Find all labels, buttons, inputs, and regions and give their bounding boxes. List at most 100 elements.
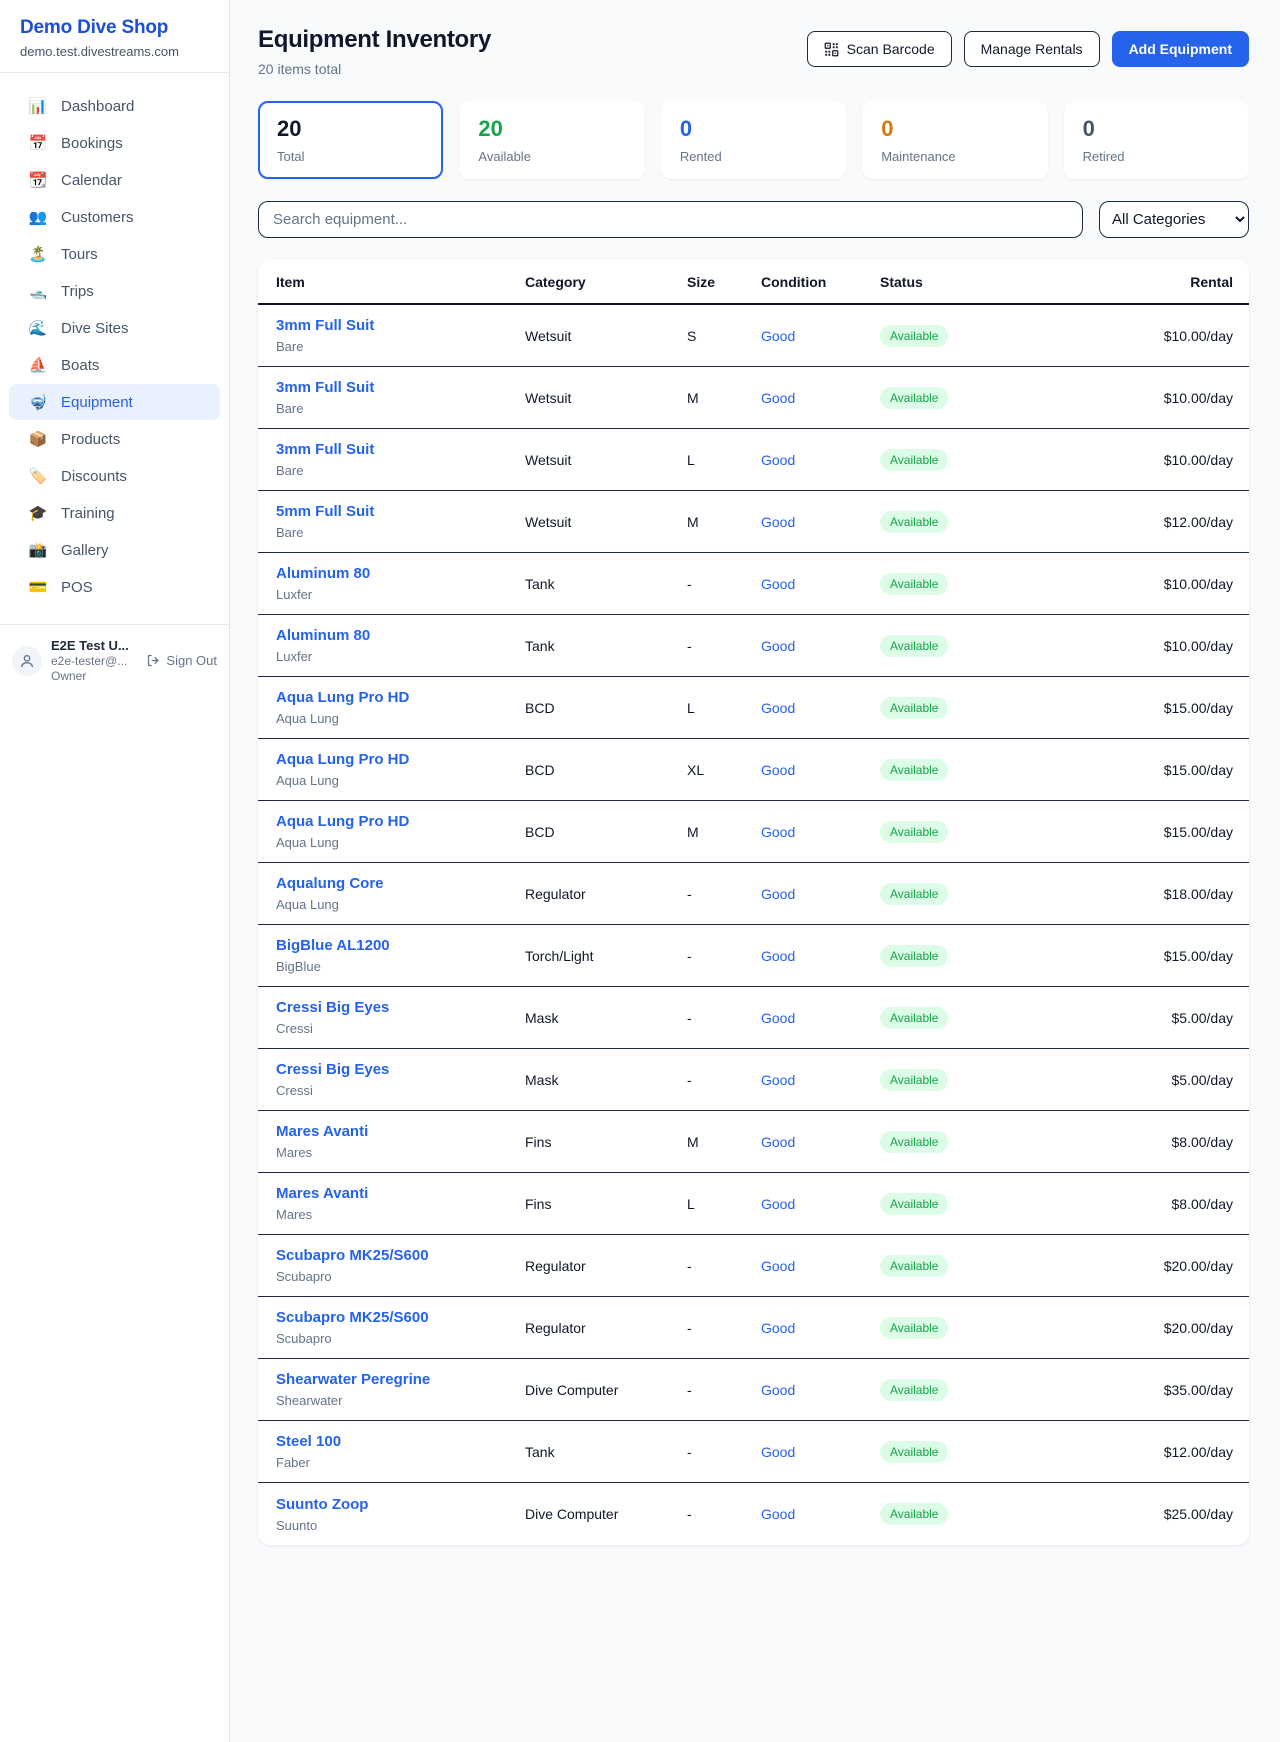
condition-link[interactable]: Good [761, 1134, 880, 1150]
sidebar-item-boats[interactable]: ⛵ Boats [9, 347, 220, 383]
size-cell: M [687, 514, 761, 530]
column-header-condition: Condition [761, 274, 880, 290]
sidebar-item-calendar[interactable]: 📆 Calendar [9, 162, 220, 198]
sign-out-button[interactable]: Sign Out [146, 653, 217, 668]
condition-link[interactable]: Good [761, 638, 880, 654]
sidebar-item-gallery[interactable]: 📸 Gallery [9, 532, 220, 568]
sidebar-item-equipment[interactable]: 🤿 Equipment [9, 384, 220, 420]
status-cell: Available [880, 387, 1080, 409]
item-name-link[interactable]: 3mm Full Suit [276, 379, 525, 396]
item-name-link[interactable]: 5mm Full Suit [276, 503, 525, 520]
sidebar-item-label: Equipment [61, 394, 133, 411]
condition-link[interactable]: Good [761, 1382, 880, 1398]
item-name-link[interactable]: Aluminum 80 [276, 565, 525, 582]
condition-link[interactable]: Good [761, 1320, 880, 1336]
item-brand: Mares [276, 1207, 525, 1222]
item-name-link[interactable]: Cressi Big Eyes [276, 1061, 525, 1078]
column-header-size: Size [687, 274, 761, 290]
condition-link[interactable]: Good [761, 576, 880, 592]
size-cell: L [687, 700, 761, 716]
table-row: Steel 100 Faber Tank - Good Available $1… [258, 1421, 1249, 1483]
item-name-link[interactable]: Cressi Big Eyes [276, 999, 525, 1016]
size-cell: - [687, 1320, 761, 1336]
condition-link[interactable]: Good [761, 1258, 880, 1274]
condition-link[interactable]: Good [761, 328, 880, 344]
sidebar-item-trips[interactable]: 🛥️ Trips [9, 273, 220, 309]
item-name-link[interactable]: 3mm Full Suit [276, 441, 525, 458]
item-name-link[interactable]: Aqualung Core [276, 875, 525, 892]
stat-card-total[interactable]: 20 Total [258, 101, 443, 179]
stat-card-rented[interactable]: 0 Rented [661, 101, 846, 179]
item-brand: Luxfer [276, 587, 525, 602]
sidebar-item-dashboard[interactable]: 📊 Dashboard [9, 88, 220, 124]
category-select[interactable]: All Categories [1099, 201, 1249, 238]
item-cell: Aluminum 80 Luxfer [276, 627, 525, 664]
sidebar-nav: 📊 Dashboard 📅 Bookings 📆 Calendar 👥 Cust… [0, 73, 229, 614]
condition-link[interactable]: Good [761, 762, 880, 778]
sidebar-item-icon: 🏝️ [28, 245, 48, 263]
item-name-link[interactable]: Scubapro MK25/S600 [276, 1247, 525, 1264]
item-name-link[interactable]: Scubapro MK25/S600 [276, 1309, 525, 1326]
item-name-link[interactable]: Suunto Zoop [276, 1496, 525, 1513]
category-cell: Mask [525, 1072, 687, 1088]
condition-link[interactable]: Good [761, 1072, 880, 1088]
sidebar-item-training[interactable]: 🎓 Training [9, 495, 220, 531]
stat-card-maintenance[interactable]: 0 Maintenance [862, 101, 1047, 179]
sidebar-item-pos[interactable]: 💳 POS [9, 569, 220, 605]
condition-link[interactable]: Good [761, 1506, 880, 1522]
item-name-link[interactable]: BigBlue AL1200 [276, 937, 525, 954]
sidebar-item-discounts[interactable]: 🏷️ Discounts [9, 458, 220, 494]
condition-link[interactable]: Good [761, 514, 880, 530]
add-equipment-button[interactable]: Add Equipment [1112, 31, 1249, 67]
sidebar-item-icon: 📅 [28, 134, 48, 152]
condition-link[interactable]: Good [761, 700, 880, 716]
sidebar-item-customers[interactable]: 👥 Customers [9, 199, 220, 235]
condition-link[interactable]: Good [761, 886, 880, 902]
manage-rentals-button[interactable]: Manage Rentals [964, 31, 1100, 67]
sidebar-item-icon: 👥 [28, 208, 48, 226]
table-row: Suunto Zoop Suunto Dive Computer - Good … [258, 1483, 1249, 1545]
item-name-link[interactable]: Aqua Lung Pro HD [276, 813, 525, 830]
item-name-link[interactable]: Aqua Lung Pro HD [276, 751, 525, 768]
condition-link[interactable]: Good [761, 1010, 880, 1026]
status-badge: Available [880, 1255, 948, 1277]
category-cell: Dive Computer [525, 1506, 687, 1522]
condition-link[interactable]: Good [761, 1444, 880, 1460]
item-cell: Shearwater Peregrine Shearwater [276, 1371, 525, 1408]
rental-cell: $12.00/day [1080, 1444, 1233, 1460]
rental-cell: $10.00/day [1080, 452, 1233, 468]
item-brand: Scubapro [276, 1331, 525, 1346]
sidebar-item-bookings[interactable]: 📅 Bookings [9, 125, 220, 161]
size-cell: - [687, 948, 761, 964]
scan-barcode-button[interactable]: Scan Barcode [807, 31, 952, 67]
status-cell: Available [880, 1317, 1080, 1339]
condition-link[interactable]: Good [761, 452, 880, 468]
sidebar-item-dive-sites[interactable]: 🌊 Dive Sites [9, 310, 220, 346]
stat-card-retired[interactable]: 0 Retired [1064, 101, 1249, 179]
condition-link[interactable]: Good [761, 948, 880, 964]
item-name-link[interactable]: Shearwater Peregrine [276, 1371, 525, 1388]
category-cell: BCD [525, 700, 687, 716]
item-name-link[interactable]: Aluminum 80 [276, 627, 525, 644]
sidebar-item-products[interactable]: 📦 Products [9, 421, 220, 457]
status-badge: Available [880, 883, 948, 905]
stat-card-available[interactable]: 20 Available [459, 101, 644, 179]
rental-cell: $5.00/day [1080, 1072, 1233, 1088]
condition-link[interactable]: Good [761, 824, 880, 840]
item-name-link[interactable]: Aqua Lung Pro HD [276, 689, 525, 706]
condition-link[interactable]: Good [761, 390, 880, 406]
page-header: Equipment Inventory 20 items total [258, 26, 1249, 77]
condition-link[interactable]: Good [761, 1196, 880, 1212]
rental-cell: $15.00/day [1080, 948, 1233, 964]
item-name-link[interactable]: Mares Avanti [276, 1123, 525, 1140]
status-cell: Available [880, 325, 1080, 347]
item-name-link[interactable]: Mares Avanti [276, 1185, 525, 1202]
item-name-link[interactable]: 3mm Full Suit [276, 317, 525, 334]
column-header-item: Item [276, 274, 525, 290]
item-name-link[interactable]: Steel 100 [276, 1433, 525, 1450]
sidebar-item-label: Calendar [61, 172, 122, 189]
search-input[interactable] [258, 201, 1083, 238]
rental-cell: $8.00/day [1080, 1196, 1233, 1212]
stat-label: Rented [680, 149, 827, 164]
sidebar-item-tours[interactable]: 🏝️ Tours [9, 236, 220, 272]
